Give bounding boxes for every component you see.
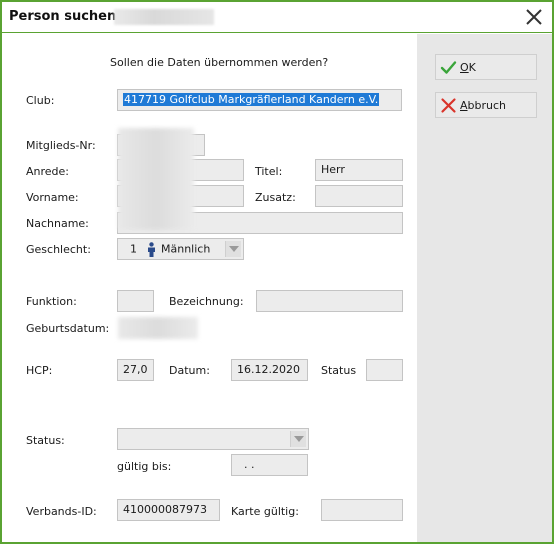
status-short-label: Status bbox=[321, 364, 357, 377]
association-id-label: Verbands-ID: bbox=[26, 505, 97, 518]
salutation-label: Anrede: bbox=[26, 165, 70, 178]
designation-field[interactable] bbox=[256, 290, 403, 312]
redacted-birthdate bbox=[118, 317, 198, 339]
title-value: Herr bbox=[321, 163, 345, 176]
hcp-field[interactable]: 27,0 bbox=[117, 359, 154, 381]
close-icon bbox=[526, 9, 542, 25]
cancel-button-label: Abbruch bbox=[460, 99, 507, 112]
designation-label: Bezeichnung: bbox=[169, 295, 244, 308]
club-field[interactable]: 417719 Golfclub Markgräflerland Kandern … bbox=[117, 89, 402, 111]
valid-until-value: . . bbox=[244, 458, 255, 471]
hcp-label: HCP: bbox=[26, 364, 53, 377]
male-icon bbox=[147, 242, 155, 257]
first-name-label: Vorname: bbox=[26, 191, 79, 204]
addition-field[interactable] bbox=[315, 185, 403, 207]
chevron-down-icon bbox=[294, 436, 304, 442]
valid-until-field[interactable]: . . bbox=[231, 454, 308, 476]
function-field[interactable] bbox=[117, 290, 154, 312]
card-valid-field[interactable] bbox=[321, 499, 403, 521]
window-title: Person suchen: bbox=[9, 9, 122, 24]
valid-until-label: gültig bis: bbox=[117, 460, 172, 473]
ok-button[interactable]: OK bbox=[435, 54, 537, 80]
date-value: 16.12.2020 bbox=[237, 363, 300, 376]
title-bar: Person suchen: bbox=[2, 2, 552, 33]
chevron-down-icon bbox=[229, 246, 239, 252]
gender-select[interactable]: 1 Männlich bbox=[117, 238, 244, 260]
last-name-label: Nachname: bbox=[26, 217, 89, 230]
club-value: 417719 Golfclub Markgräflerland Kandern … bbox=[123, 93, 380, 106]
cancel-button[interactable]: Abbruch bbox=[435, 92, 537, 118]
person-search-dialog: Person suchen: Sollen die Daten übernomm… bbox=[0, 0, 554, 544]
member-no-label: Mitglieds-Nr: bbox=[26, 139, 96, 152]
gender-value: Männlich bbox=[161, 242, 211, 256]
status-label: Status: bbox=[26, 434, 65, 447]
title-label: Titel: bbox=[255, 165, 283, 178]
function-label: Funktion: bbox=[26, 295, 77, 308]
card-valid-label: Karte gültig: bbox=[231, 505, 299, 518]
status-select[interactable] bbox=[117, 428, 309, 450]
club-label: Club: bbox=[26, 94, 55, 107]
ok-button-label: OK bbox=[460, 61, 476, 74]
gender-code: 1 bbox=[130, 242, 137, 256]
hcp-value: 27,0 bbox=[123, 363, 148, 376]
status-dropdown-button[interactable] bbox=[290, 431, 306, 447]
gender-dropdown-button[interactable] bbox=[225, 241, 241, 257]
cross-icon bbox=[441, 98, 456, 113]
association-id-field[interactable]: 410000087973 bbox=[117, 499, 220, 521]
confirm-question: Sollen die Daten übernommen werden? bbox=[110, 56, 329, 69]
association-id-value: 410000087973 bbox=[123, 503, 207, 516]
status-short-field[interactable] bbox=[366, 359, 403, 381]
form-area: Sollen die Daten übernommen werden? Club… bbox=[2, 34, 417, 542]
close-button[interactable] bbox=[524, 7, 544, 27]
addition-label: Zusatz: bbox=[255, 191, 296, 204]
button-panel: OK Abbruch bbox=[417, 34, 552, 542]
title-field[interactable]: Herr bbox=[315, 159, 403, 181]
birthdate-label: Geburtsdatum: bbox=[26, 322, 110, 335]
date-field[interactable]: 16.12.2020 bbox=[231, 359, 308, 381]
title-redacted-name bbox=[114, 9, 214, 25]
redacted-personal-data bbox=[118, 128, 194, 230]
checkmark-icon bbox=[440, 61, 457, 74]
date-label: Datum: bbox=[169, 364, 210, 377]
gender-label: Geschlecht: bbox=[26, 243, 91, 256]
